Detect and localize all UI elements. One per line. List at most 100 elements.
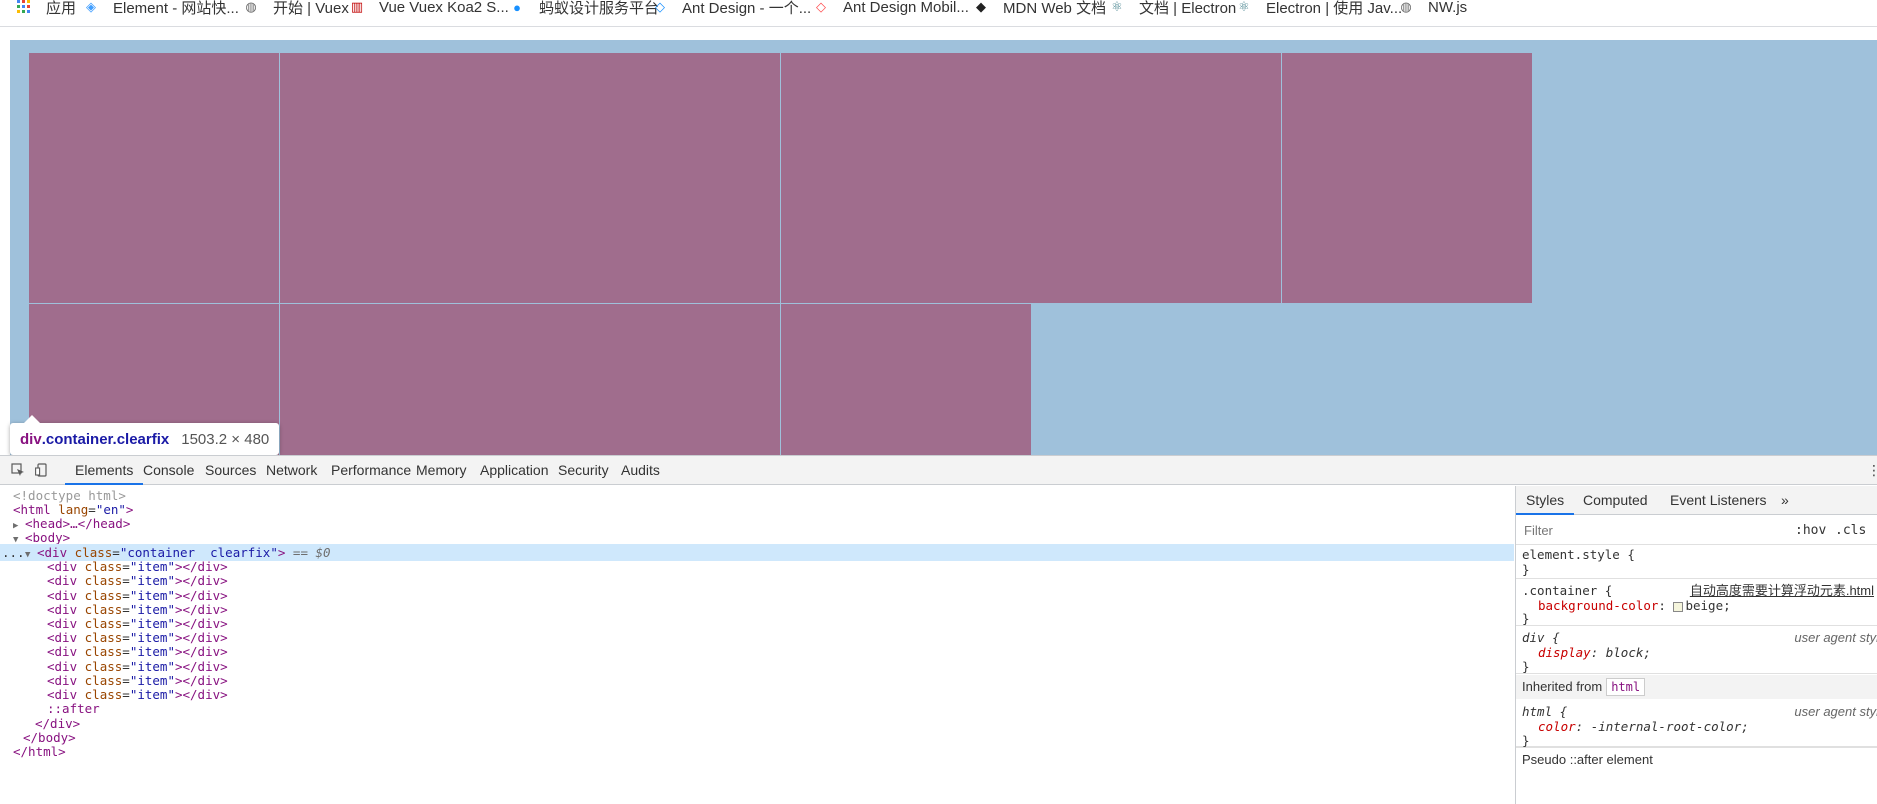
- electron-logo-icon: ⚛: [1238, 0, 1250, 14]
- bookmarks-bar: 应用 ◈ Element - 网站快... ◍ 开始 | Vuex ▥ Vue …: [0, 0, 1877, 27]
- inherited-label: Inherited from: [1522, 679, 1603, 694]
- rule-selector: element.style {: [1522, 547, 1635, 562]
- styles-tabbar: Styles Computed Event Listeners »: [1516, 486, 1877, 515]
- hov-toggle[interactable]: :hov: [1795, 523, 1826, 538]
- css-property[interactable]: background-color: [1538, 598, 1658, 613]
- tab-memory[interactable]: Memory: [416, 456, 467, 485]
- item-box: [781, 304, 1031, 455]
- cls-toggle[interactable]: .cls: [1835, 523, 1866, 538]
- rule-close: }: [1522, 611, 1530, 626]
- inherited-tag[interactable]: html: [1606, 678, 1646, 696]
- css-property: display: [1538, 645, 1591, 660]
- bookmark-label: NW.js: [1428, 0, 1468, 16]
- css-property: color: [1538, 719, 1576, 734]
- bookmark-label: Ant Design Mobil...: [843, 0, 969, 16]
- tab-security[interactable]: Security: [558, 456, 609, 485]
- tab-computed[interactable]: Computed: [1583, 486, 1648, 515]
- attr-value: item: [137, 644, 168, 659]
- styles-pane: Styles Computed Event Listeners » :hov .…: [1515, 486, 1877, 804]
- tab-sources[interactable]: Sources: [205, 456, 256, 485]
- html-close-tag: </html>: [13, 744, 66, 759]
- after-pseudo: ::after: [47, 701, 100, 716]
- div-tag: <div: [47, 644, 78, 659]
- item-box: [1282, 53, 1532, 303]
- inspect-element-icon[interactable]: [10, 462, 26, 478]
- page-viewport: div .container.clearfix 1503.2 × 480: [0, 27, 1877, 455]
- bookmark-label: 开始 | Vuex: [273, 0, 349, 17]
- rule-div: div { user agent stylesheet display: blo…: [1516, 626, 1877, 674]
- rule-selector: div {: [1522, 630, 1560, 645]
- body-tag: <body>: [25, 530, 71, 545]
- item-box: [280, 304, 530, 455]
- bookmark-ant-design[interactable]: ◇ Ant Design - 一个...: [652, 0, 811, 17]
- bookmark-electron-js[interactable]: ⚛ Electron | 使用 Jav...: [1236, 0, 1402, 17]
- tab-application[interactable]: Application: [480, 456, 549, 485]
- bookmark-label: Vue Vuex Koa2 S...: [379, 0, 509, 16]
- more-tabs-icon[interactable]: »: [1781, 486, 1789, 515]
- devtools-panel: Elements Console Sources Network Perform…: [0, 455, 1877, 804]
- item-box: [781, 53, 1031, 303]
- bookmark-element[interactable]: ◈ Element - 网站快...: [83, 0, 239, 17]
- bookmark-label: MDN Web 文档: [1003, 0, 1107, 17]
- tooltip-tag: div: [20, 430, 42, 448]
- rule-element-style: element.style { }: [1516, 545, 1877, 579]
- dom-line-html-close[interactable]: </html>: [0, 743, 1514, 760]
- color-swatch-icon[interactable]: [1673, 601, 1684, 612]
- item-box: [530, 53, 780, 303]
- styles-filter-input[interactable]: [1520, 519, 1788, 541]
- dom-tree: <!doctype html> <html lang="en"> ▶ <head>…: [0, 486, 1514, 804]
- tab-event-listeners[interactable]: Event Listeners: [1670, 486, 1767, 515]
- bookmark-mdn[interactable]: ◆ MDN Web 文档: [973, 0, 1106, 17]
- div-tag: <div: [47, 573, 78, 588]
- item-box: [280, 53, 530, 303]
- rule-source: user agent stylesheet: [1794, 704, 1877, 719]
- bookmark-electron-docs[interactable]: ⚛ 文档 | Electron: [1109, 0, 1236, 17]
- inspect-tooltip: div .container.clearfix 1503.2 × 480: [10, 415, 280, 455]
- tab-console[interactable]: Console: [143, 456, 194, 485]
- bookmark-nwjs[interactable]: ◍ NW.js: [1398, 0, 1467, 17]
- globe-icon: ◍: [245, 0, 257, 14]
- bookmark-ant-service[interactable]: ● 蚂蚁设计服务平台: [509, 0, 659, 17]
- tab-styles[interactable]: Styles: [1516, 486, 1575, 515]
- item-box: [530, 304, 780, 455]
- bookmark-label: Element - 网站快...: [113, 0, 239, 17]
- bookmark-ant-design-mobile[interactable]: ◇ Ant Design Mobil...: [813, 0, 969, 17]
- inherited-section: Inherited from html: [1516, 675, 1877, 699]
- more-options-icon[interactable]: ⋮: [1867, 462, 1877, 479]
- pseudo-section: Pseudo ::after element: [1516, 747, 1877, 771]
- attr-value: item: [137, 573, 168, 588]
- element-logo-icon: ◈: [86, 0, 96, 14]
- ant-design-mobile-logo-icon: ◇: [816, 0, 826, 14]
- bookmark-vuex[interactable]: ◍ 开始 | Vuex: [243, 0, 349, 17]
- container-highlight[interactable]: [10, 40, 1877, 455]
- bookmark-label: Electron | 使用 Jav...: [1266, 0, 1403, 17]
- filter-row: :hov .cls: [1516, 515, 1877, 545]
- tab-network[interactable]: Network: [266, 456, 317, 485]
- device-toolbar-icon[interactable]: [34, 462, 50, 478]
- tab-audits[interactable]: Audits: [621, 456, 660, 485]
- css-value[interactable]: beige;: [1685, 598, 1730, 613]
- devtools-tabbar: Elements Console Sources Network Perform…: [0, 456, 1877, 485]
- bookmark-vue-vuex-koa2[interactable]: ▥ Vue Vuex Koa2 S...: [349, 0, 509, 17]
- css-value: -internal-root-color;: [1590, 719, 1749, 734]
- css-value: block;: [1605, 645, 1651, 660]
- bookmark-label: Ant Design - 一个...: [682, 0, 812, 17]
- tab-elements[interactable]: Elements: [65, 456, 144, 485]
- pseudo-label: Pseudo ::after element: [1522, 752, 1653, 767]
- electron-logo-icon: ⚛: [1111, 0, 1123, 14]
- bookmark-apps[interactable]: 应用: [16, 0, 76, 17]
- mdn-logo-icon: ◆: [976, 0, 986, 14]
- ant-logo-icon: ●: [513, 0, 521, 15]
- rule-close: }: [1522, 562, 1530, 577]
- item-box: [1031, 53, 1281, 303]
- rule-html: html { user agent stylesheet color: -int…: [1516, 699, 1877, 748]
- apps-grid-icon: [16, 0, 32, 15]
- ant-design-logo-icon: ◇: [655, 0, 665, 14]
- bookmark-label: 蚂蚁设计服务平台: [539, 0, 660, 17]
- bookmark-label: 文档 | Electron: [1139, 0, 1237, 17]
- rule-source: user agent stylesheet: [1794, 630, 1877, 645]
- tab-performance[interactable]: Performance: [331, 456, 411, 485]
- globe-icon: ◍: [1400, 0, 1412, 14]
- rule-source-link[interactable]: 自动高度需要计算浮动元素.html: [1690, 583, 1874, 599]
- rule-selector: html {: [1522, 704, 1568, 719]
